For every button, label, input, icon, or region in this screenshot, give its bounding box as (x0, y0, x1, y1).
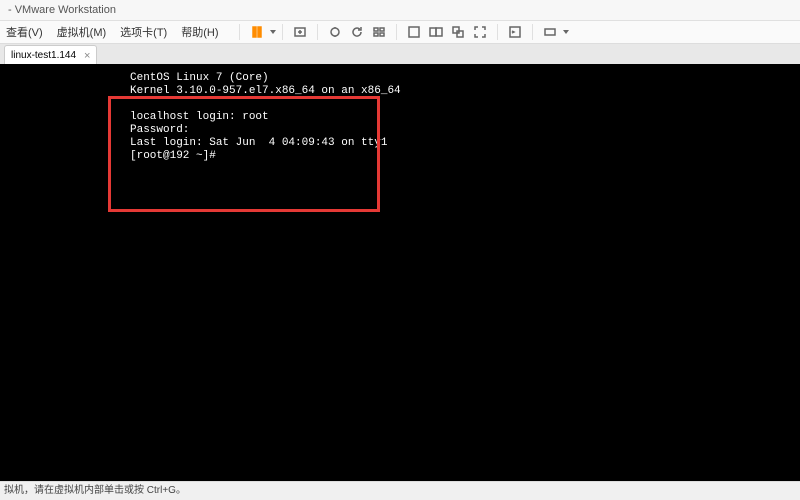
status-bar: 拟机，请在虚拟机内部单击或按 Ctrl+G。 (0, 481, 800, 500)
separator (497, 24, 498, 40)
separator (317, 24, 318, 40)
menu-tabs[interactable]: 选项卡(T) (120, 24, 167, 40)
tab-close-icon[interactable]: × (84, 46, 90, 66)
vm-console[interactable]: CentOS Linux 7 (Core) Kernel 3.10.0-957.… (0, 64, 800, 482)
window-title: - VMware Workstation (8, 4, 116, 16)
status-text: 拟机，请在虚拟机内部单击或按 Ctrl+G。 (4, 485, 186, 496)
highlight-box (108, 96, 380, 212)
window-titlebar: - VMware Workstation (0, 0, 800, 21)
terminal-line: CentOS Linux 7 (Core) (130, 72, 269, 84)
separator (532, 24, 533, 40)
send-keys-icon[interactable] (292, 24, 308, 40)
separator (396, 24, 397, 40)
single-window-icon[interactable] (406, 24, 422, 40)
snapshot-manager-icon[interactable] (371, 24, 387, 40)
stretch-icon[interactable] (542, 24, 558, 40)
power-dropdown-icon[interactable] (270, 30, 276, 34)
snapshot-take-icon[interactable] (327, 24, 343, 40)
fullscreen-icon[interactable] (472, 24, 488, 40)
menu-help[interactable]: 帮助(H) (181, 24, 218, 40)
stretch-dropdown-icon[interactable] (563, 30, 569, 34)
separator (239, 24, 240, 40)
pause-icon[interactable] (249, 24, 265, 40)
vm-tab[interactable]: linux-test1.144 × (4, 45, 97, 66)
vm-tab-label: linux-test1.144 (11, 46, 76, 66)
menu-vm[interactable]: 虚拟机(M) (57, 24, 107, 40)
snapshot-revert-icon[interactable] (349, 24, 365, 40)
menu-view[interactable]: 查看(V) (6, 24, 43, 40)
console-view-icon[interactable] (507, 24, 523, 40)
separator (282, 24, 283, 40)
unity-icon[interactable] (450, 24, 466, 40)
menubar: 查看(V) 虚拟机(M) 选项卡(T) 帮助(H) (0, 21, 800, 44)
multi-window-icon[interactable] (428, 24, 444, 40)
